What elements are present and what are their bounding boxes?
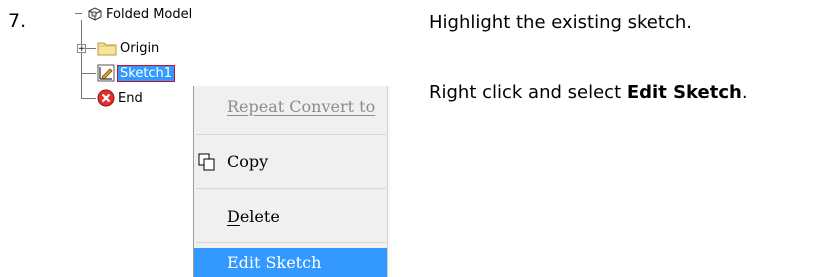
menu-item-delete[interactable]: Delete <box>194 196 388 236</box>
tree-connector-origin <box>86 48 96 49</box>
tree-connector-sketch <box>81 73 96 74</box>
tree-root-dash <box>75 13 82 14</box>
sketch-icon <box>97 64 115 82</box>
menu-item-edit-sketch[interactable]: Edit Sketch <box>194 248 388 277</box>
tree-item-label: End <box>118 90 143 106</box>
instruction-text: Right click and select <box>429 82 627 103</box>
menu-item-repeat-convert[interactable]: Repeat Convert to <box>194 86 388 126</box>
instruction-bold-command: Edit Sketch <box>626 82 742 103</box>
folder-icon <box>97 40 117 56</box>
tree-item-origin[interactable]: Origin <box>97 39 159 57</box>
tree-root-node[interactable]: Folded Model <box>87 6 192 22</box>
step-number: 7. <box>8 10 27 32</box>
tree-item-label: Origin <box>120 40 160 56</box>
menu-separator <box>196 188 386 189</box>
context-menu: Repeat Convert to Copy Delete Edit Sketc… <box>193 86 391 277</box>
tree-item-sketch1[interactable]: Sketch1 <box>97 64 176 82</box>
menu-item-copy[interactable]: Copy <box>194 141 388 181</box>
menu-separator <box>196 134 386 135</box>
tree-connector-end <box>81 98 96 99</box>
tree-connector-vertical <box>81 20 82 98</box>
menu-clip-edge <box>387 86 391 277</box>
menu-item-label: Delete <box>227 207 280 226</box>
instruction-text-end: . <box>741 82 748 103</box>
menu-item-label: Repeat Convert to <box>227 96 376 116</box>
copy-icon <box>198 153 216 171</box>
instruction-line-2: Right click and select Edit Sketch. <box>429 82 748 103</box>
instruction-line-1: Highlight the existing sketch. <box>429 12 692 33</box>
tree-item-label-selected: Sketch1 <box>117 64 176 82</box>
tree-root-label: Folded Model <box>106 6 193 22</box>
expand-toggle[interactable]: + <box>77 44 86 54</box>
menu-item-label: Edit Sketch <box>227 253 322 272</box>
menu-item-label: Copy <box>227 151 269 171</box>
part-model-icon <box>87 6 103 22</box>
menu-item-mnemonic: D <box>227 206 240 226</box>
error-icon <box>97 89 115 107</box>
menu-separator <box>196 242 386 243</box>
menu-item-label-rest: elete <box>239 206 280 226</box>
tree-item-end[interactable]: End <box>97 89 143 107</box>
